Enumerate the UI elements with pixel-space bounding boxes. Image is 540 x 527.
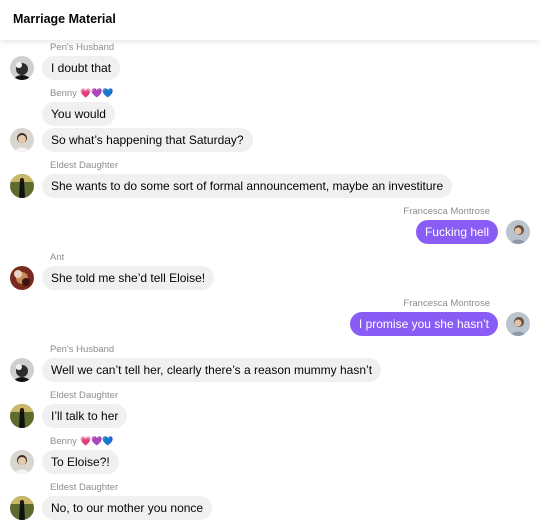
avatar-benny[interactable] [10,128,34,152]
conversation-header: Marriage Material [0,0,540,40]
sender-name: Pen's Husband [50,42,115,53]
avatar-francesca[interactable] [506,220,530,244]
hearts-emoji: 💗💜💙 [79,88,114,98]
message-bubble[interactable]: To Eloise?! [42,450,119,474]
avatar-eldest-daughter[interactable] [10,174,34,198]
message-bubble[interactable]: She wants to do some sort of formal anno… [42,174,453,198]
message-bubble-outgoing[interactable]: I promise you she hasn’t [349,312,498,336]
sender-name: Francesca Montrose [403,206,490,217]
sender-name: Eldest Daughter [50,390,119,401]
avatar-benny[interactable] [10,450,34,474]
conversation-title[interactable]: Marriage Material [13,12,116,26]
avatar-pens-husband[interactable] [10,358,34,382]
message-bubble-outgoing[interactable]: Fucking hell [415,220,498,244]
sender-name: Ant [50,252,65,263]
avatar-pens-husband[interactable] [10,56,34,80]
hearts-emoji: 💗💜💙 [79,436,114,446]
message-bubble[interactable]: I doubt that [42,56,121,80]
sender-name: Francesca Montrose [403,298,490,309]
avatar-eldest-daughter[interactable] [10,496,34,520]
message-bubble[interactable]: She told me she’d tell Eloise! [42,266,215,290]
sender-name: Eldest Daughter [50,160,119,171]
message-thread: Pen's Husband I doubt that Benny 💗💜💙 You… [0,0,540,527]
sender-name: Eldest Daughter [50,482,119,493]
message-bubble[interactable]: You would [42,102,115,126]
avatar-ant[interactable] [10,266,34,290]
message-bubble[interactable]: So what’s happening that Saturday? [42,128,253,152]
sender-name: Pen's Husband [50,344,115,355]
avatar-eldest-daughter[interactable] [10,404,34,428]
avatar-francesca[interactable] [506,312,530,336]
sender-name: Benny 💗💜💙 [50,436,114,447]
message-bubble[interactable]: I’ll talk to her [42,404,128,428]
sender-name: Benny 💗💜💙 [50,88,114,99]
message-bubble[interactable]: No, to our mother you nonce [42,496,213,520]
message-bubble[interactable]: Well we can’t tell her, clearly there’s … [42,358,382,382]
